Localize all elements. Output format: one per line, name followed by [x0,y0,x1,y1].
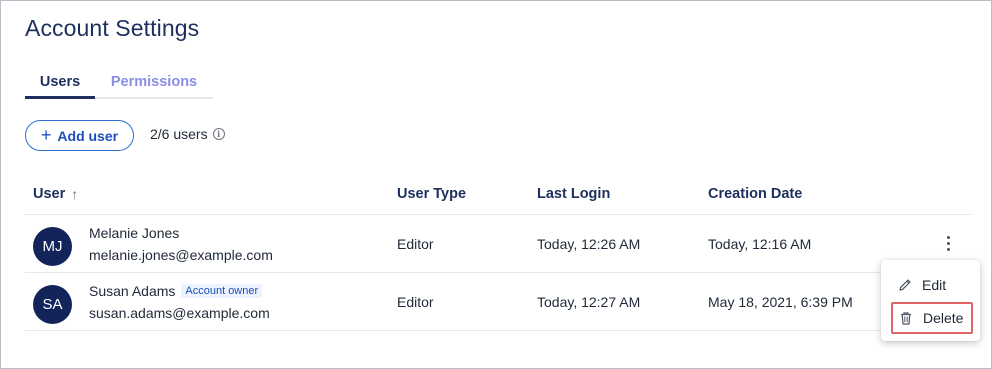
user-name: Susan Adams Account owner [89,283,263,299]
arrow-up-icon: ↑ [71,186,79,202]
column-header-user-type[interactable]: User Type [397,186,466,202]
row-actions-menu: Edit Delete [881,260,980,341]
page-title: Account Settings [25,15,200,41]
row-divider [25,330,972,331]
user-count-text: 2/6 users [150,126,208,142]
tab-bar: Users Permissions [25,67,213,99]
menu-item-delete[interactable]: Delete [891,302,973,334]
user-name-text: Susan Adams [89,283,176,299]
last-login-cell: Today, 12:27 AM [537,294,641,310]
column-header-creation-date[interactable]: Creation Date [708,186,802,202]
creation-date-cell: May 18, 2021, 6:39 PM [708,294,853,310]
tab-users[interactable]: Users [25,67,95,99]
user-name: Melanie Jones [89,225,179,241]
user-email: melanie.jones@example.com [89,247,273,263]
menu-item-edit[interactable]: Edit [891,269,973,301]
column-header-last-login[interactable]: Last Login [537,186,610,202]
more-actions-icon[interactable] [939,231,957,255]
tab-permissions[interactable]: Permissions [95,67,213,99]
plus-icon: + [40,124,52,145]
account-owner-badge: Account owner [181,284,263,298]
avatar: SA [33,285,72,324]
info-icon[interactable]: i [212,128,225,140]
menu-item-delete-label: Delete [923,310,964,326]
user-type-cell: Editor [397,236,434,252]
last-login-cell: Today, 12:26 AM [537,236,641,252]
pencil-icon [897,277,913,293]
user-type-cell: Editor [397,294,434,310]
user-email: susan.adams@example.com [89,305,270,321]
trash-icon [898,310,914,326]
column-header-user[interactable]: User ↑ [33,186,78,202]
account-settings-window: Account Settings Users Permissions + Add… [0,0,992,369]
menu-item-edit-label: Edit [922,277,947,293]
avatar: MJ [33,227,72,266]
user-count: 2/6 users i [150,126,225,142]
user-name-text: Melanie Jones [89,225,180,241]
table-row: SA Susan Adams Account owner susan.adams… [25,272,972,330]
add-user-button[interactable]: + Add user [25,120,134,151]
table-row: MJ Melanie Jones melanie.jones@example.c… [25,214,972,272]
creation-date-cell: Today, 12:16 AM [708,236,812,252]
add-user-label: Add user [57,127,119,144]
column-header-user-label: User [33,186,66,202]
